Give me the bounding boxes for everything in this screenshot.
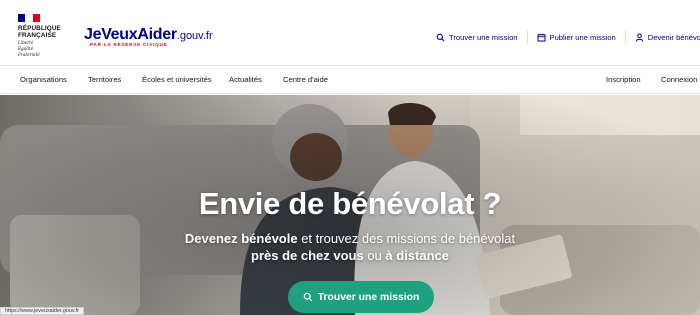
main-nav: Organisations Territoires Écoles et univ… [0,66,700,94]
brand-tagline: PAR LA RÉSERVE CIVIQUE [90,42,168,47]
page: RÉPUBLIQUE FRANÇAISE Liberté Égalité Fra… [0,0,700,315]
find-mission-button[interactable]: Trouver une mission [288,281,434,313]
rf-line-1: RÉPUBLIQUE [18,25,61,32]
nav-item-inscription[interactable]: Inscription [606,75,641,84]
divider [526,30,528,44]
hero-subtitle-line-2: près de chez vous ou à distance [0,248,700,263]
find-mission-button-label: Trouver une mission [317,291,420,303]
hero-subtitle-line-1: Devenez bénévole et trouvez des missions… [0,231,700,246]
jeveuxaider-logo[interactable]: JeVeuxAider.gouv.fr PAR LA RÉSERVE CIVIQ… [84,26,213,47]
browser-status-url: https://www.jeveuxaider.gouv.fr [0,307,84,315]
hero-banner: Envie de bénévolat ? Devenez bénévole et… [0,95,700,315]
hero-subtitle-text: et trouvez des missions de bénévolat [297,231,516,246]
hero-subtitle-bold: Devenez bénévole [184,231,298,246]
nav-item-organisations[interactable]: Organisations [20,75,67,84]
republique-francaise-logo[interactable]: RÉPUBLIQUE FRANÇAISE Liberté Égalité Fra… [18,14,70,57]
header-link-label: Publier une mission [549,32,616,42]
divider [624,30,626,44]
search-icon [436,33,445,42]
user-icon [635,33,644,42]
hero-subtitle-bold: à distance [385,248,449,263]
rf-line-2: FRANÇAISE [18,32,57,39]
nav-item-actualites[interactable]: Actualités [229,75,262,84]
header-link-trouver-mission[interactable]: Trouver une mission [436,33,518,42]
nav-item-connexion[interactable]: Connexion [661,75,697,84]
header-links: Trouver une mission Publier une mission … [436,30,700,44]
motto-liberte: Liberté [18,40,34,45]
hero-subtitle-bold: près de chez vous [251,248,364,263]
brand-suffix: .gouv.fr [176,30,213,42]
nav-item-territoires[interactable]: Territoires [88,75,121,84]
brand-name: JeVeuxAider [84,26,177,43]
nav-item-centre-aide[interactable]: Centre d'aide [283,75,328,84]
site-header: RÉPUBLIQUE FRANÇAISE Liberté Égalité Fra… [0,0,700,66]
header-link-label: Trouver une mission [449,32,518,42]
hero-title: Envie de bénévolat ? [198,186,502,221]
header-link-publier-mission[interactable]: Publier une mission [537,33,616,42]
calendar-icon [537,33,546,42]
hero-subtitle-text: ou [363,248,386,263]
nav-item-ecoles-universites[interactable]: Écoles et universités [142,75,212,84]
header-link-devenir-benevole[interactable]: Devenir bénévole [635,33,700,42]
french-flag-icon [18,14,40,22]
motto-egalite: Égalité [18,46,34,51]
header-link-label: Devenir bénévole [647,32,700,42]
motto-fraternite: Fraternité [18,52,40,57]
search-icon [303,292,313,302]
